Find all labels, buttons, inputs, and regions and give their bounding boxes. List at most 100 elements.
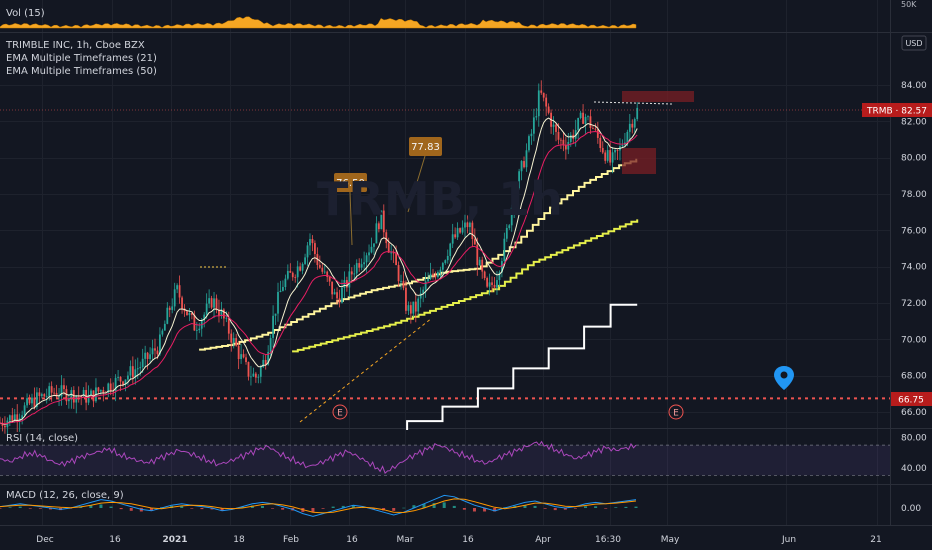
candle-body <box>579 112 582 118</box>
candle-body <box>328 277 331 282</box>
candle-body <box>577 117 580 131</box>
rsi-axis-label-40: 40.00 <box>901 464 927 474</box>
candle-body <box>587 116 589 118</box>
candle-body <box>28 398 31 404</box>
candle-body <box>75 395 78 403</box>
indicator-legend-ema50[interactable]: EMA Multiple Timeframes (50) <box>6 66 157 77</box>
macd-axis-label: 0.00 <box>901 504 921 514</box>
candle-body <box>429 273 432 279</box>
candle-body <box>341 287 343 303</box>
price-axis-label: 76.00 <box>901 226 927 236</box>
time-axis-label: Mar <box>397 535 414 545</box>
candle-body <box>439 269 442 273</box>
candle-body <box>178 285 181 298</box>
candle-body <box>525 150 528 168</box>
indicator-legend-ema21[interactable]: EMA Multiple Timeframes (21) <box>6 53 157 64</box>
macd-histogram-bar <box>442 502 446 508</box>
candle-body <box>274 313 277 316</box>
candle-body <box>245 357 247 363</box>
time-axis-label: 21 <box>870 535 881 545</box>
candle-body <box>48 386 51 397</box>
candle-body <box>291 272 294 278</box>
candle-body <box>213 298 215 308</box>
candle-body <box>23 405 26 416</box>
candle-body <box>488 282 491 287</box>
candle-body <box>626 131 629 143</box>
time-axis-label: Apr <box>535 535 551 545</box>
resistance-zone-upper[interactable] <box>622 91 694 102</box>
support-price-badge-text: 66.75 <box>898 396 924 406</box>
candle-body <box>8 415 11 421</box>
time-axis-label: Feb <box>283 535 299 545</box>
candle-body <box>230 333 233 343</box>
candle-body <box>252 373 255 377</box>
candle-body <box>149 354 151 359</box>
candle-body <box>186 311 188 316</box>
macd-histogram-bar <box>99 504 103 508</box>
macd-histogram-bar <box>8 507 12 508</box>
candle-body <box>144 352 147 359</box>
candle-body <box>318 265 321 268</box>
rsi-legend[interactable]: RSI (14, close) <box>6 433 78 444</box>
chart-stage[interactable]: 50K 84.00 82.00 80.00 78.00 76.00 74.00 72.00 7… <box>0 0 932 550</box>
macd-histogram-bar <box>624 506 628 508</box>
currency-button[interactable]: USD <box>901 35 927 51</box>
candle-body <box>50 386 53 393</box>
candle-body <box>592 127 594 129</box>
price-axis-label: 70.00 <box>901 335 927 345</box>
candle-body <box>535 116 538 118</box>
candle-body <box>355 263 358 274</box>
candle-body <box>259 367 262 377</box>
candle-body <box>97 387 100 392</box>
candle-body <box>173 289 176 307</box>
candle-body <box>368 252 370 256</box>
candle-body <box>621 145 624 147</box>
candle-body <box>306 245 309 258</box>
candle-body <box>289 270 292 273</box>
volume-legend[interactable]: Vol (15) <box>6 8 45 19</box>
candle-body <box>314 243 316 255</box>
candle-body <box>358 263 361 268</box>
candle-body <box>181 297 183 309</box>
candle-body <box>4 425 6 428</box>
candle-body <box>385 232 388 244</box>
price-axis-label: 84.00 <box>901 81 927 91</box>
candle-body <box>375 223 378 244</box>
last-price-badge: TRMB · 82.57 <box>862 103 932 117</box>
time-axis-label: 16 <box>109 535 121 545</box>
candle-body <box>205 303 208 315</box>
candle-body <box>136 368 139 370</box>
candle-body <box>405 287 407 311</box>
macd-histogram-bar <box>0 508 2 509</box>
symbol-legend[interactable]: TRIMBLE INC, 1h, Cboe BZX <box>5 40 145 51</box>
candle-body <box>547 106 550 113</box>
candle-body <box>168 307 171 310</box>
macd-histogram-bar <box>533 505 537 508</box>
candle-body <box>119 376 122 382</box>
symbol-watermark: TRMB, 1h <box>317 172 563 226</box>
candle-body <box>240 354 243 360</box>
candle-body <box>461 227 464 233</box>
candle-body <box>102 390 105 393</box>
candle-body <box>257 376 260 378</box>
candle-body <box>540 90 543 93</box>
candle-body <box>343 280 346 288</box>
candle-body <box>269 337 272 352</box>
candle-body <box>323 271 326 273</box>
candle-body <box>365 255 368 263</box>
candle-body <box>338 298 341 303</box>
macd-histogram-bar <box>200 508 204 510</box>
candle <box>486 276 489 288</box>
resistance-zone-lower[interactable] <box>622 148 656 174</box>
macd-legend[interactable]: MACD (12, 26, close, 9) <box>6 490 124 501</box>
candle-body <box>309 238 311 246</box>
candle-body <box>528 136 530 151</box>
candle-body <box>456 228 459 238</box>
candle-body <box>277 291 279 314</box>
candle-body <box>611 152 614 163</box>
currency-button-label: USD <box>905 39 922 48</box>
candle-body <box>227 317 230 334</box>
support-price-badge: 66.75 <box>891 392 932 406</box>
candle-body <box>432 273 434 276</box>
candle-body <box>444 260 447 264</box>
